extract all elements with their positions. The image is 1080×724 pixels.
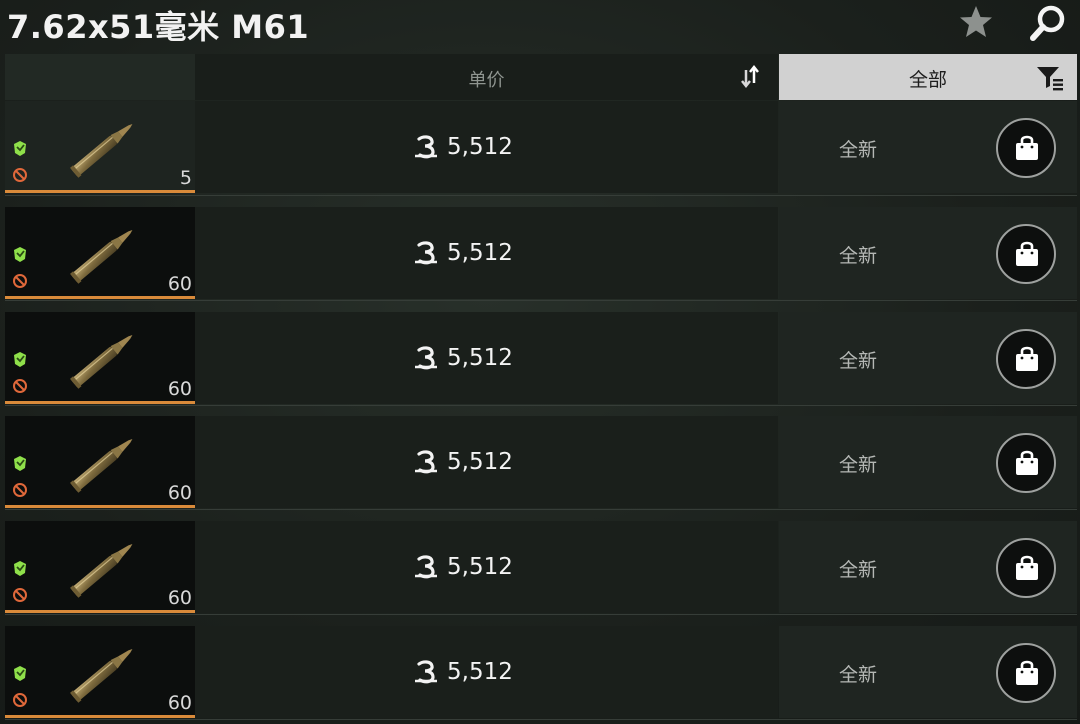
item-quantity: 60: [167, 272, 192, 295]
item-quantity: 5: [179, 167, 192, 189]
buy-button[interactable]: [996, 223, 1056, 284]
rouble-currency-icon: [415, 345, 437, 369]
rouble-currency-icon: [415, 135, 437, 159]
ban-icon: [13, 692, 27, 707]
rouble-currency-icon: [415, 555, 437, 579]
buy-button[interactable]: [996, 642, 1056, 703]
price-value: 5,512: [447, 134, 513, 160]
condition-label: 全新: [839, 139, 878, 161]
rifle-cartridge-icon: [70, 229, 133, 284]
condition-label: 全新: [839, 454, 878, 477]
item-quantity: 60: [167, 377, 192, 400]
item-thumbnail[interactable]: 60: [5, 521, 195, 614]
found-in-raid-icon: [14, 246, 26, 262]
item-thumbnail[interactable]: 60: [5, 416, 195, 509]
condition-label: 全新: [839, 559, 878, 582]
shopping-bag-icon: [1016, 660, 1038, 685]
found-in-raid-icon: [14, 141, 26, 156]
buy-button[interactable]: [996, 433, 1056, 494]
rouble-currency-icon: [415, 241, 437, 265]
price-cell: 5,512: [195, 311, 778, 404]
rifle-cartridge-icon: [70, 123, 133, 178]
condition-label: 全新: [839, 244, 878, 267]
ban-icon: [13, 483, 27, 498]
shopping-bag-icon: [1016, 555, 1038, 581]
page-title: 7.62x51毫米 M61: [7, 8, 310, 46]
condition-label: 全新: [839, 663, 878, 686]
item-thumbnail[interactable]: 60: [5, 206, 195, 299]
table-header: 单价 全部: [5, 54, 1077, 100]
ban-icon: [13, 378, 27, 393]
ban-icon: [13, 588, 27, 603]
found-in-raid-icon: [14, 561, 26, 577]
rifle-cartridge-icon: [70, 439, 133, 494]
price-value: 5,512: [447, 449, 513, 476]
filter-list-icon[interactable]: [1035, 64, 1065, 92]
price-column-label: 单价: [468, 70, 505, 91]
item-quantity: 60: [167, 691, 192, 714]
title-bar: 7.62x51毫米 M61: [0, 0, 1080, 52]
found-in-raid-icon: [14, 351, 26, 367]
filter-column-header[interactable]: 全部: [779, 54, 1077, 100]
item-thumbnail[interactable]: 60: [5, 311, 195, 404]
price-column-header[interactable]: 单价: [195, 54, 778, 100]
rifle-cartridge-icon: [70, 334, 133, 389]
condition-label: 全新: [839, 349, 878, 372]
price-value: 5,512: [447, 239, 513, 266]
rifle-cartridge-icon: [70, 648, 133, 703]
offer-row: 5 5,512 全新: [5, 101, 1077, 196]
price-value: 5,512: [447, 344, 513, 371]
rouble-currency-icon: [415, 660, 437, 684]
price-value: 5,512: [447, 554, 513, 581]
search-icon[interactable]: [1027, 2, 1069, 44]
offer-row: 60 5,512 全新: [5, 311, 1077, 406]
item-quantity: 60: [167, 587, 192, 610]
rouble-currency-icon: [415, 450, 437, 474]
price-cell: 5,512: [195, 101, 778, 193]
item-column-header: [5, 54, 195, 100]
filter-column-label: 全部: [908, 69, 947, 91]
shopping-bag-icon: [1016, 346, 1038, 371]
buy-button[interactable]: [996, 118, 1056, 178]
found-in-raid-icon: [14, 665, 26, 681]
price-cell: 5,512: [195, 206, 778, 299]
offer-row: 60 5,512 全新: [5, 521, 1077, 616]
ban-icon: [13, 168, 27, 182]
shopping-bag-icon: [1016, 241, 1038, 266]
shopping-bag-icon: [1016, 135, 1038, 160]
sort-arrows-icon[interactable]: [738, 64, 764, 90]
item-thumbnail[interactable]: 60: [5, 625, 195, 718]
offer-row: 60 5,512 全新: [5, 625, 1077, 720]
rifle-cartridge-icon: [70, 544, 133, 598]
offer-list: 5 5,512 全新 60 5,512 全新 60 5,512 全新 60 5,…: [5, 101, 1077, 724]
price-cell: 5,512: [195, 521, 778, 614]
price-value: 5,512: [447, 658, 513, 685]
buy-button[interactable]: [996, 328, 1056, 389]
item-quantity: 60: [167, 482, 192, 505]
price-cell: 5,512: [195, 625, 778, 718]
offer-row: 60 5,512 全新: [5, 206, 1077, 301]
buy-button[interactable]: [996, 538, 1056, 599]
price-cell: 5,512: [195, 416, 778, 509]
found-in-raid-icon: [14, 456, 26, 472]
shopping-bag-icon: [1016, 451, 1038, 476]
offer-row: 60 5,512 全新: [5, 416, 1077, 511]
item-thumbnail[interactable]: 5: [5, 101, 195, 193]
ban-icon: [13, 273, 27, 288]
star-icon[interactable]: [956, 2, 996, 42]
